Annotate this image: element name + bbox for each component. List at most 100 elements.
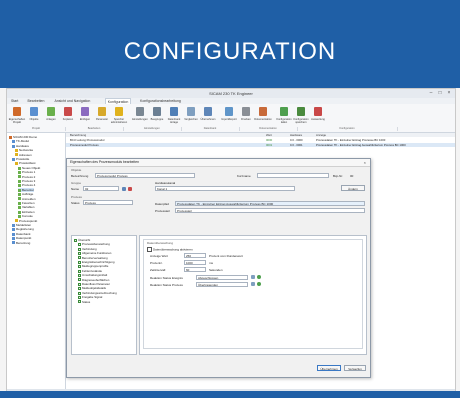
ribbon-button[interactable]: Konfiguration speichern bbox=[293, 106, 309, 126]
tree-item[interactable]: Datenpunkt bbox=[12, 236, 31, 240]
tree-item[interactable]: Prozesspunkt bbox=[15, 219, 37, 223]
tree-item[interactable]: Benutzung bbox=[12, 241, 30, 245]
ribbon-button[interactable]: Datenbank Anlage bbox=[167, 106, 181, 126]
column-header-display[interactable]: Anzeige bbox=[316, 133, 326, 137]
tree-item[interactable]: Prozess 3 bbox=[18, 179, 35, 183]
checkmark-icon[interactable] bbox=[78, 269, 81, 273]
ribbon-button[interactable]: Anlegen bbox=[44, 106, 58, 126]
checkmark-icon[interactable] bbox=[78, 273, 81, 277]
checkmark-icon[interactable] bbox=[78, 251, 81, 255]
checklist-item[interactable]: Ereignisbenachrichtigung bbox=[78, 260, 114, 264]
maximize-button[interactable]: □ bbox=[436, 90, 444, 96]
column-header-name[interactable]: Bezeichnung bbox=[70, 133, 86, 137]
checkmark-icon[interactable] bbox=[78, 265, 81, 269]
ribbon-button[interactable]: Objekte bbox=[27, 106, 41, 126]
ribbon-button[interactable]: Einfügen bbox=[78, 106, 92, 126]
ribbon-button[interactable]: Eigenschaften Projekt bbox=[9, 106, 25, 126]
checklist-item[interactable]: Verbindung bbox=[78, 247, 97, 251]
tree-item[interactable]: Variablen bbox=[18, 205, 34, 209]
tree-item[interactable]: Adressen bbox=[15, 153, 32, 157]
checkmark-icon[interactable] bbox=[78, 287, 81, 291]
checkmark-icon[interactable] bbox=[78, 247, 81, 251]
tree-item[interactable]: Konsole bbox=[18, 214, 33, 218]
checkmark-icon[interactable] bbox=[78, 282, 81, 286]
tree-item[interactable]: Anmelden bbox=[18, 197, 36, 201]
ribbon-button[interactable]: Speicher administrieren bbox=[111, 106, 127, 126]
checkmark-icon[interactable] bbox=[78, 260, 81, 264]
checklist-item[interactable]: Übersicht bbox=[74, 238, 90, 242]
checkmark-icon[interactable] bbox=[78, 300, 81, 304]
hardware-channel-field[interactable]: Kanal 1 bbox=[155, 186, 295, 191]
checkmark-icon[interactable] bbox=[78, 295, 81, 299]
display-field[interactable]: Prozessdaten TK - Einzelner Eintrag Ausw… bbox=[175, 201, 365, 206]
checklist-item[interactable]: Verbindungsunterbrechung bbox=[78, 291, 117, 295]
tree-item[interactable]: Benutzer bbox=[18, 187, 35, 192]
tree-item[interactable]: Prozess 4 bbox=[18, 183, 35, 187]
ribbon-button[interactable]: Parameter bbox=[95, 106, 109, 126]
tree-item[interactable]: Neues Objekt bbox=[18, 166, 40, 170]
table-row[interactable]: BCU Leitung Prozessmodul 0000 0.0 - 0000… bbox=[66, 138, 455, 142]
add-icon[interactable] bbox=[257, 275, 261, 279]
edit-icon[interactable] bbox=[251, 275, 255, 279]
ribbon-button[interactable]: Konfiguration laden bbox=[276, 106, 292, 126]
apply-button[interactable]: Übernehmen bbox=[317, 365, 341, 371]
setting-input[interactable]: 60 bbox=[184, 267, 206, 272]
checklist-item[interactable]: Datenfluss Parameter bbox=[78, 282, 110, 286]
close-button[interactable]: × bbox=[445, 90, 453, 96]
reaction-event-select[interactable]: Abgeschlossen bbox=[196, 275, 248, 280]
setting-input[interactable]: 1000 bbox=[184, 260, 206, 265]
checklist-item[interactable]: Meldeobjektdetails bbox=[78, 286, 106, 290]
ribbon-button[interactable]: Drucken bbox=[239, 106, 253, 126]
checkmark-icon[interactable] bbox=[78, 256, 81, 260]
checklist-item[interactable]: Meldegruppenprofile bbox=[78, 264, 108, 268]
tree-item[interactable]: Protokolle bbox=[12, 157, 29, 161]
tree-item[interactable]: Einheiten bbox=[18, 210, 35, 214]
column-header-value[interactable]: Wert bbox=[266, 133, 272, 137]
ribbon-button[interactable]: Vergleichen bbox=[184, 106, 198, 126]
tree-item[interactable]: Netzwerke bbox=[15, 148, 33, 152]
checklist-item[interactable]: Allgemeine Funktionen bbox=[78, 251, 111, 255]
ribbon-button[interactable]: Einstellungen bbox=[132, 106, 148, 126]
reaction-process-select[interactable]: Übertragenden bbox=[196, 282, 248, 287]
tree-item[interactable]: Aufträge bbox=[18, 192, 33, 196]
change-button[interactable]: Ändern bbox=[341, 185, 365, 191]
tree-item[interactable]: Meldelisten bbox=[12, 223, 31, 227]
minimize-button[interactable]: – bbox=[427, 90, 435, 96]
tree-item[interactable]: TK-Modul bbox=[12, 139, 29, 143]
tree-item[interactable]: SICAM 230 Demo bbox=[9, 135, 37, 139]
status-select[interactable]: Prozess bbox=[83, 200, 133, 205]
name-input[interactable]: Prozessmodul Prozess bbox=[95, 173, 195, 178]
tree-item[interactable]: Datenbank bbox=[12, 232, 31, 236]
checklist-item[interactable]: Umschaltungsinhalt bbox=[78, 273, 107, 277]
checklist-item[interactable]: Fehlerzustände bbox=[78, 269, 102, 273]
tree-item[interactable]: Prozess 1 bbox=[18, 170, 35, 174]
checklist-item[interactable]: Benutzerverwaltung bbox=[78, 256, 108, 260]
checkmark-icon[interactable] bbox=[78, 278, 81, 282]
processpart-field[interactable]: Prozessteil bbox=[175, 208, 365, 213]
discard-button[interactable]: Verwerfen bbox=[344, 365, 366, 371]
delete-icon[interactable] bbox=[128, 187, 132, 191]
checklist-item[interactable]: Status bbox=[78, 300, 90, 304]
checklist-item[interactable]: Prozessüberwachung bbox=[78, 242, 110, 246]
checkmark-icon[interactable] bbox=[78, 243, 81, 247]
setting-input[interactable]: 250 bbox=[184, 253, 206, 258]
dialog-close-button[interactable]: × bbox=[364, 159, 366, 166]
edit-icon[interactable] bbox=[122, 187, 126, 191]
table-row[interactable]: Prozessmodul Prozess 0001 0.0 - 0001 Pro… bbox=[66, 143, 455, 147]
tree-item[interactable]: Registrierung bbox=[12, 227, 34, 231]
edit-icon[interactable] bbox=[251, 282, 255, 286]
ribbon-button[interactable]: Übernehmen bbox=[201, 106, 216, 126]
tree-item[interactable]: Favoriten bbox=[18, 201, 35, 205]
ribbon-button[interactable]: Import/Export bbox=[221, 106, 237, 126]
column-header-hardware[interactable]: Hardware bbox=[290, 133, 302, 137]
tree-item[interactable]: Hardware bbox=[12, 144, 29, 148]
short-name-input[interactable] bbox=[257, 173, 329, 178]
add-icon[interactable] bbox=[257, 282, 261, 286]
tree-item[interactable]: Prozess 2 bbox=[18, 175, 35, 179]
checkmark-icon[interactable] bbox=[78, 291, 81, 295]
monitoring-checkbox-row[interactable]: Datenüberwachung aktivieren bbox=[147, 247, 193, 252]
checklist-item[interactable]: Freigabe Signal bbox=[78, 295, 102, 299]
checklist-item[interactable]: Diagnoseoberflächen bbox=[78, 278, 109, 282]
ribbon-button[interactable]: Baugruppe bbox=[150, 106, 164, 126]
group-select[interactable]: 02 bbox=[83, 186, 119, 191]
